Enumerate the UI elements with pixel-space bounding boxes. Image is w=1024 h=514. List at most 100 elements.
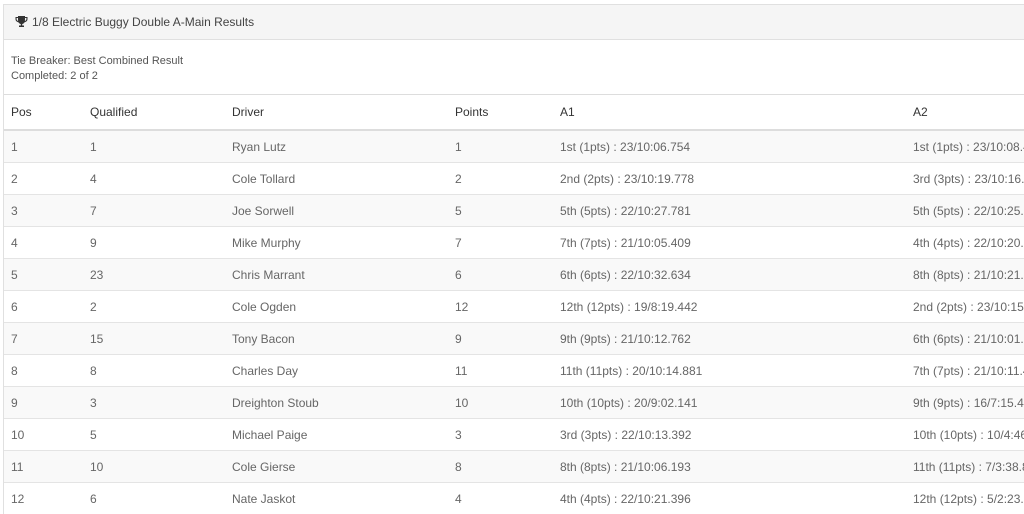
cell-a1: 10th (10pts) : 20/9:02.141 xyxy=(557,386,909,419)
table-row: 6 2 Cole Ogden 12 12th (12pts) : 19/8:19.442… xyxy=(4,290,1024,323)
table-row: 2 4 Cole Tollard 2 2nd (2pts) : 23/10:19.778… xyxy=(4,162,1024,195)
cell-qualified: 6 xyxy=(83,482,225,514)
cell-a2: 9th (9pts) : 16/7:15.420 xyxy=(909,386,1024,419)
cell-driver: Charles Day xyxy=(225,354,451,387)
cell-a1: 1st (1pts) : 23/10:06.754 xyxy=(557,130,909,163)
header-a2[interactable]: A2 xyxy=(909,94,1024,131)
cell-driver: Dreighton Stoub xyxy=(225,386,451,419)
cell-driver: Ryan Lutz xyxy=(225,130,451,163)
cell-driver: Michael Paige xyxy=(225,418,451,451)
cell-a2: 1st (1pts) : 23/10:08.443 xyxy=(909,130,1024,163)
header-a1[interactable]: A1 xyxy=(557,94,909,131)
table-row: 4 9 Mike Murphy 7 7th (7pts) : 21/10:05.409 4… xyxy=(4,226,1024,259)
header-qualified[interactable]: Qualified xyxy=(83,94,225,131)
table-row: 9 3 Dreighton Stoub 10 10th (10pts) : 20/9:0… xyxy=(4,386,1024,419)
cell-a1: 11th (11pts) : 20/10:14.881 xyxy=(557,354,909,387)
cell-pos: 6 xyxy=(4,290,83,323)
table-row: 5 23 Chris Marrant 6 6th (6pts) : 22/10:32.6… xyxy=(4,258,1024,291)
cell-a1: 5th (5pts) : 22/10:27.781 xyxy=(557,194,909,227)
table-header-row: Pos Qualified Driver Points A1 A2 xyxy=(4,94,1024,131)
cell-pos: 7 xyxy=(4,322,83,355)
cell-a2: 11th (11pts) : 7/3:38.840 xyxy=(909,450,1024,483)
cell-pos: 12 xyxy=(4,482,83,514)
cell-pos: 10 xyxy=(4,418,83,451)
table-row: 1 1 Ryan Lutz 1 1st (1pts) : 23/10:06.754 1st… xyxy=(4,130,1024,163)
cell-qualified: 3 xyxy=(83,386,225,419)
table-row: 11 10 Cole Gierse 8 8th (8pts) : 21/10:06.19… xyxy=(4,450,1024,483)
cell-points: 1 xyxy=(451,130,557,163)
cell-qualified: 1 xyxy=(83,130,225,163)
cell-a2: 7th (7pts) : 21/10:11.432 xyxy=(909,354,1024,387)
cell-points: 6 xyxy=(451,258,557,291)
cell-driver: Mike Murphy xyxy=(225,226,451,259)
results-body: 1 1 Ryan Lutz 1 1st (1pts) : 23/10:06.754 1st… xyxy=(4,130,1024,514)
cell-a2: 6th (6pts) : 21/10:01.784 xyxy=(909,322,1024,355)
cell-a2: 2nd (2pts) : 23/10:15.215 xyxy=(909,290,1024,323)
cell-qualified: 4 xyxy=(83,162,225,195)
cell-points: 11 xyxy=(451,354,557,387)
cell-driver: Cole Tollard xyxy=(225,162,451,195)
panel-title: 1/8 Electric Buggy Double A-Main Results xyxy=(32,15,255,29)
cell-driver: Cole Ogden xyxy=(225,290,451,323)
cell-pos: 11 xyxy=(4,450,83,483)
cell-qualified: 2 xyxy=(83,290,225,323)
cell-points: 2 xyxy=(451,162,557,195)
panel-heading: 1/8 Electric Buggy Double A-Main Results xyxy=(4,5,1024,40)
cell-a2: 10th (10pts) : 10/4:46.104 xyxy=(909,418,1024,451)
cell-qualified: 10 xyxy=(83,450,225,483)
cell-qualified: 5 xyxy=(83,418,225,451)
cell-a1: 12th (12pts) : 19/8:19.442 xyxy=(557,290,909,323)
cell-points: 7 xyxy=(451,226,557,259)
cell-driver: Joe Sorwell xyxy=(225,194,451,227)
cell-a1: 9th (9pts) : 21/10:12.762 xyxy=(557,322,909,355)
cell-driver: Nate Jaskot xyxy=(225,482,451,514)
cell-qualified: 8 xyxy=(83,354,225,387)
cell-a1: 6th (6pts) : 22/10:32.634 xyxy=(557,258,909,291)
cell-a1: 3rd (3pts) : 22/10:13.392 xyxy=(557,418,909,451)
table-row: 3 7 Joe Sorwell 5 5th (5pts) : 22/10:27.781 5… xyxy=(4,194,1024,227)
race-info: Tie Breaker: Best Combined Result Comple… xyxy=(4,40,1024,94)
cell-a1: 4th (4pts) : 22/10:21.396 xyxy=(557,482,909,514)
results-panel: 1/8 Electric Buggy Double A-Main Results… xyxy=(3,4,1024,514)
table-row: 8 8 Charles Day 11 11th (11pts) : 20/10:14.8… xyxy=(4,354,1024,387)
cell-qualified: 15 xyxy=(83,322,225,355)
cell-a2: 12th (12pts) : 5/2:23.652 xyxy=(909,482,1024,514)
cell-pos: 9 xyxy=(4,386,83,419)
cell-qualified: 7 xyxy=(83,194,225,227)
cell-points: 4 xyxy=(451,482,557,514)
cell-points: 12 xyxy=(451,290,557,323)
cell-a2: 8th (8pts) : 21/10:21.451 xyxy=(909,258,1024,291)
header-points[interactable]: Points xyxy=(451,94,557,131)
cell-pos: 3 xyxy=(4,194,83,227)
table-row: 12 6 Nate Jaskot 4 4th (4pts) : 22/10:21.396… xyxy=(4,482,1024,514)
cell-driver: Tony Bacon xyxy=(225,322,451,355)
cell-pos: 2 xyxy=(4,162,83,195)
header-driver[interactable]: Driver xyxy=(225,94,451,131)
cell-driver: Chris Marrant xyxy=(225,258,451,291)
cell-pos: 5 xyxy=(4,258,83,291)
cell-a2: 4th (4pts) : 22/10:20.359 xyxy=(909,226,1024,259)
cell-points: 5 xyxy=(451,194,557,227)
completed-text: Completed: 2 of 2 xyxy=(11,70,98,82)
cell-a1: 8th (8pts) : 21/10:06.193 xyxy=(557,450,909,483)
cell-pos: 8 xyxy=(4,354,83,387)
cell-pos: 1 xyxy=(4,130,83,163)
trophy-icon xyxy=(15,16,28,27)
cell-points: 3 xyxy=(451,418,557,451)
cell-a1: 2nd (2pts) : 23/10:19.778 xyxy=(557,162,909,195)
cell-points: 8 xyxy=(451,450,557,483)
cell-a2: 3rd (3pts) : 23/10:16.719 xyxy=(909,162,1024,195)
cell-qualified: 23 xyxy=(83,258,225,291)
cell-a1: 7th (7pts) : 21/10:05.409 xyxy=(557,226,909,259)
table-row: 10 5 Michael Paige 3 3rd (3pts) : 22/10:13.3… xyxy=(4,418,1024,451)
table-row: 7 15 Tony Bacon 9 9th (9pts) : 21/10:12.762 6… xyxy=(4,322,1024,355)
cell-points: 10 xyxy=(451,386,557,419)
cell-pos: 4 xyxy=(4,226,83,259)
cell-a2: 5th (5pts) : 22/10:25.977 xyxy=(909,194,1024,227)
results-table: Pos Qualified Driver Points A1 A2 1 1 Ryan… xyxy=(4,94,1024,514)
header-pos[interactable]: Pos xyxy=(4,94,83,131)
cell-qualified: 9 xyxy=(83,226,225,259)
tie-breaker-text: Tie Breaker: Best Combined Result xyxy=(11,55,183,67)
cell-points: 9 xyxy=(451,322,557,355)
cell-driver: Cole Gierse xyxy=(225,450,451,483)
